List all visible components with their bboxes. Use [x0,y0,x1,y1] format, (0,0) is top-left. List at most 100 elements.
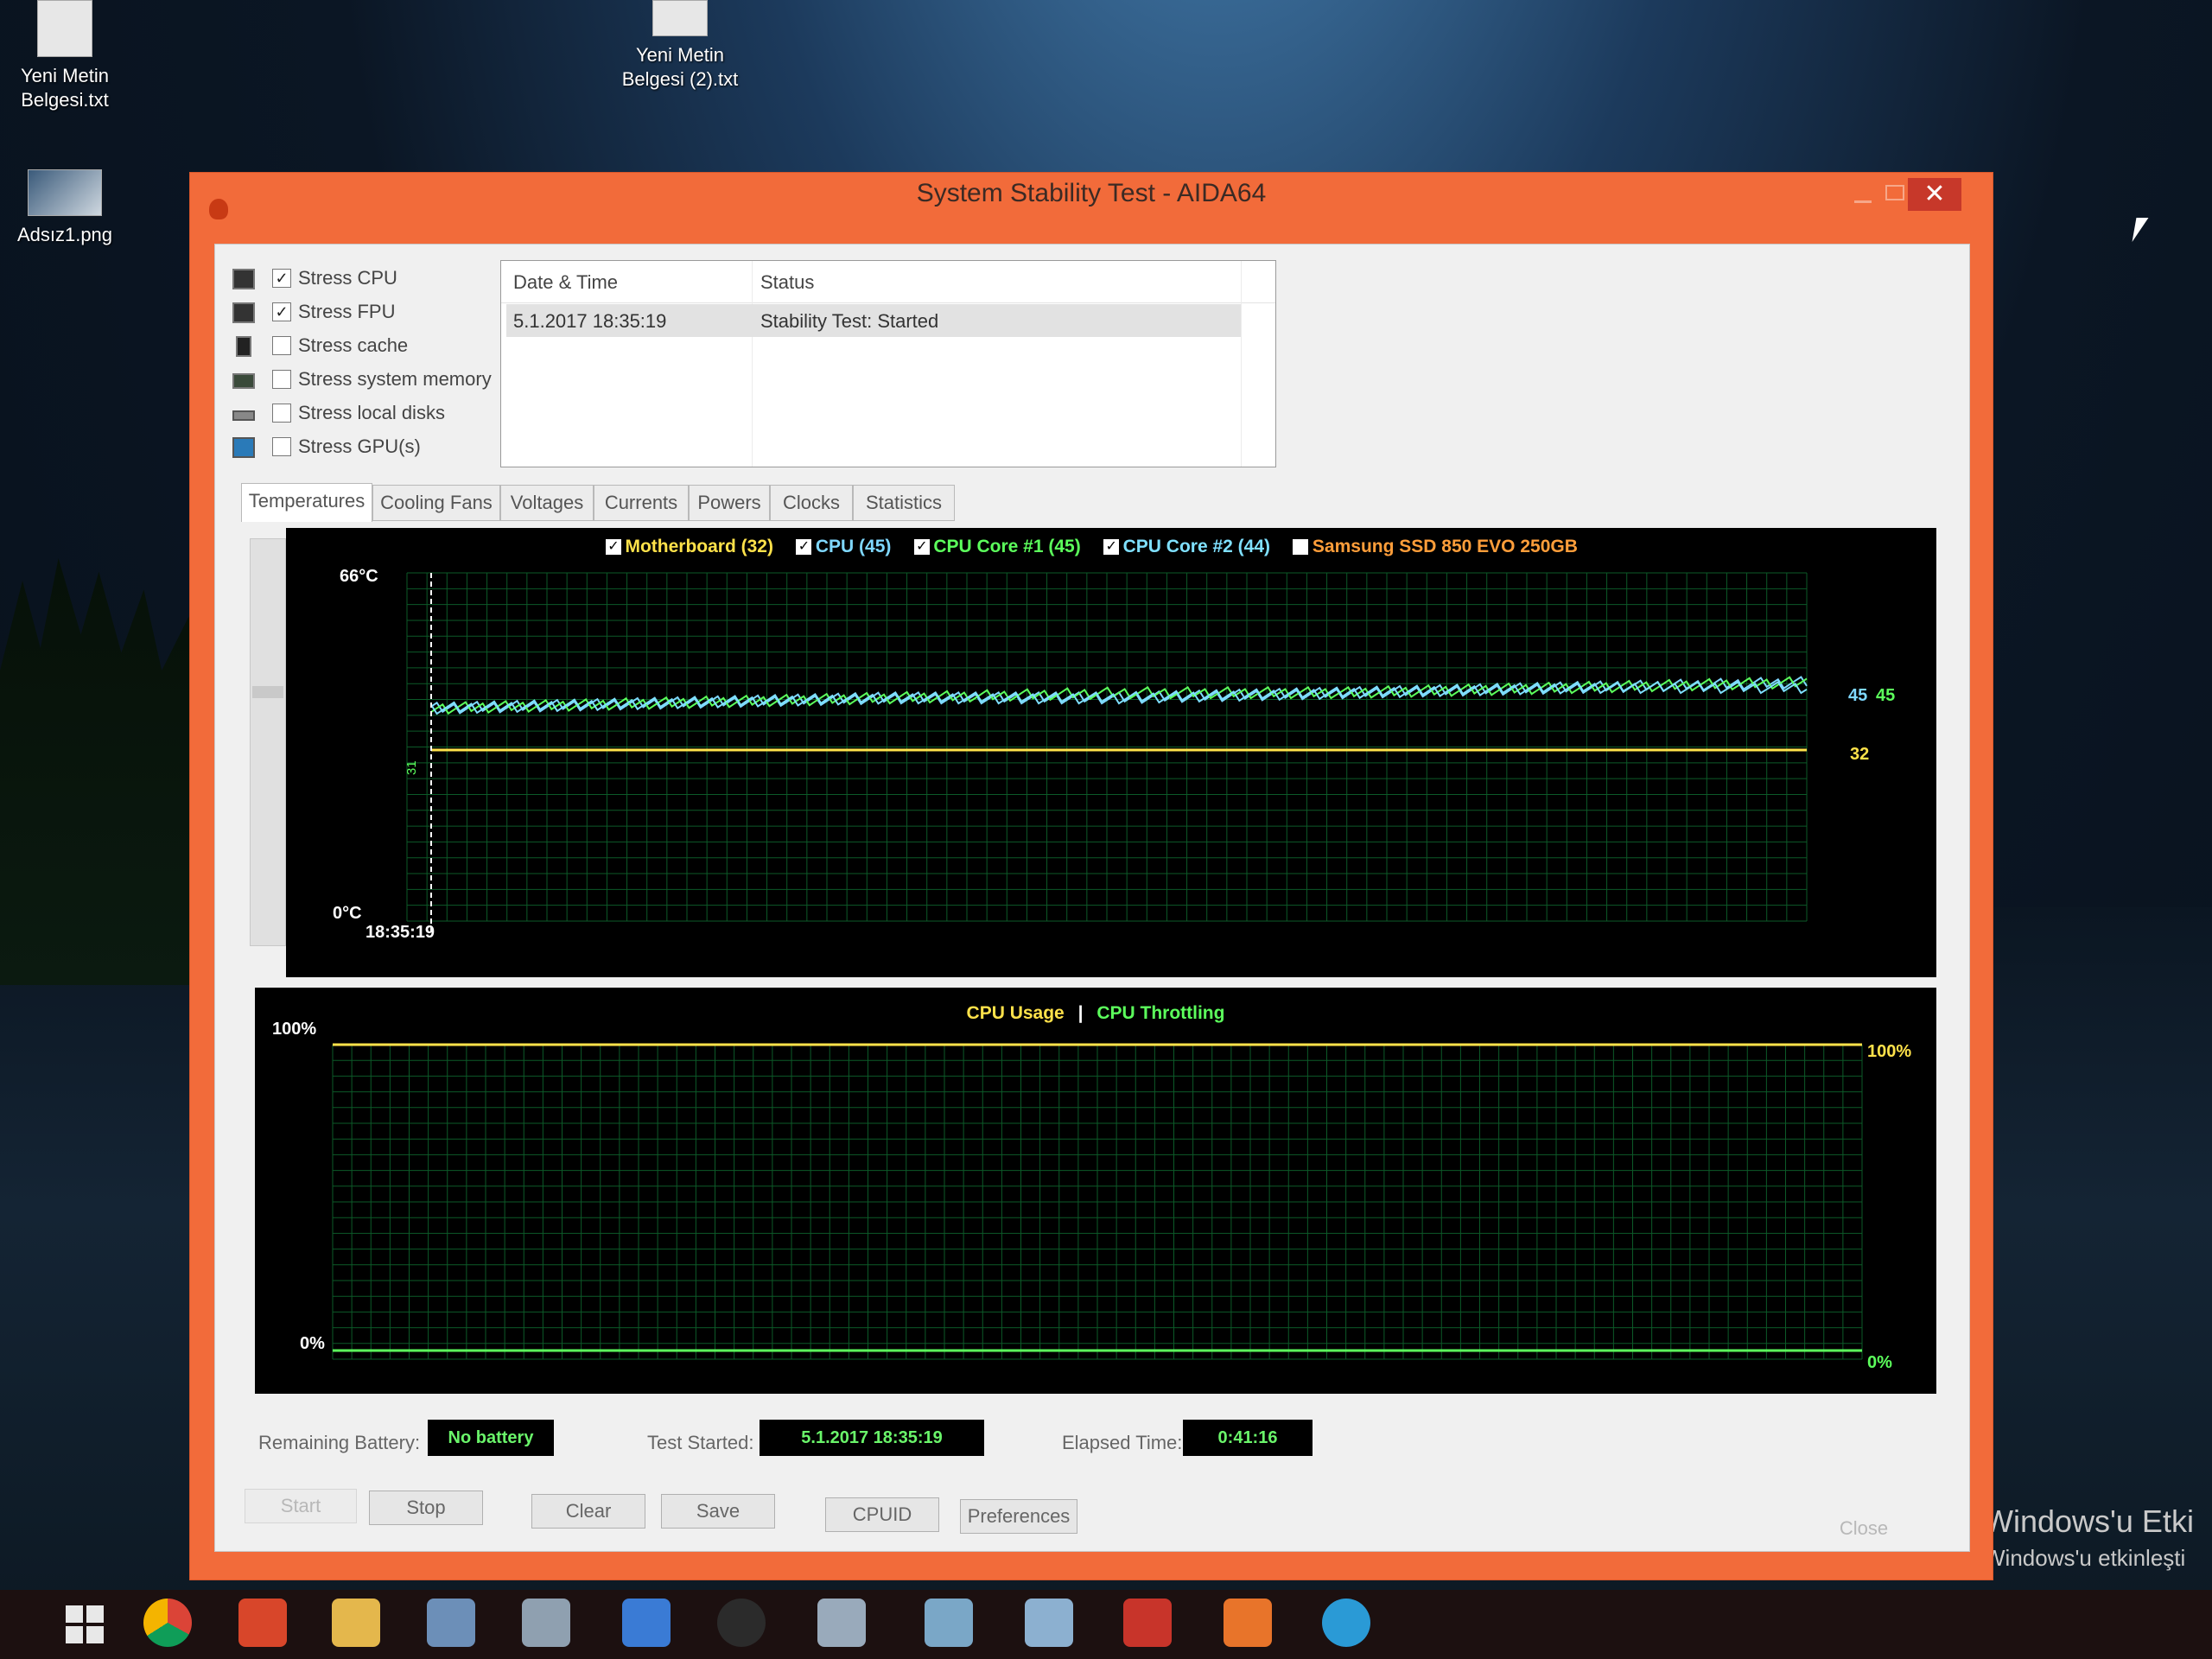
stress-memory-checkbox[interactable] [272,370,291,389]
tab-clocks[interactable]: Clocks [770,485,853,521]
legend-cpu[interactable]: ✓ CPU (45) [796,537,894,556]
desktop-icon-label: Belgesi (2).txt [621,68,739,90]
legend-label-cpu-core-2: CPU Core #2 (44) [1122,537,1270,556]
legend-ssd[interactable]: Samsung SSD 850 EVO 250GB [1293,537,1578,556]
app-icon[interactable] [1322,1599,1370,1647]
chrome-icon[interactable] [143,1599,192,1647]
cpu-chip-icon [232,269,255,289]
column-divider [1241,261,1242,467]
memory-module-icon [232,373,255,389]
stress-cpu-label: Stress CPU [298,267,397,289]
app-icon[interactable] [925,1599,973,1647]
start-button[interactable]: Start [245,1489,357,1523]
col-status-header[interactable]: Status [760,271,814,294]
desktop-icon-label: Adsız1.png [16,224,113,245]
tab-currents[interactable]: Currents [594,485,689,521]
usage-y-min-label: 0% [300,1334,325,1353]
elapsed-time-label: Elapsed Time: [1062,1432,1183,1453]
stress-cache-label: Stress cache [298,334,409,356]
close-window-button[interactable]: ✕ [1908,178,1961,211]
close-button[interactable]: Close [1807,1511,1921,1546]
legend-cpu-core-1[interactable]: ✓ CPU Core #1 (45) [913,537,1084,556]
minimize-icon[interactable] [1854,200,1872,203]
mouse-cursor-icon [2132,218,2149,242]
status-log-table: Date & Time Status 5.1.2017 18:35:19 Sta… [500,260,1276,467]
legend-motherboard[interactable]: ✓ Motherboard (32) [606,537,777,556]
aida64-taskbar-icon[interactable] [1123,1599,1172,1647]
computer-icon[interactable] [427,1599,475,1647]
ccleaner-icon[interactable] [238,1599,287,1647]
tab-statistics[interactable]: Statistics [853,485,955,521]
save-button[interactable]: Save [661,1494,775,1529]
temperature-legend: ✓ Motherboard (32) ✓ CPU (45) ✓ CPU Core… [606,537,1578,563]
taskbar [0,1590,2212,1659]
watermark-line-1: Windows'u Etki [1984,1503,2194,1539]
usage-title: CPU Usage [966,1003,1065,1023]
temperature-grid [406,572,1808,922]
stress-disks-label: Stress local disks [298,402,445,423]
stop-button[interactable]: Stop [369,1491,483,1525]
stress-disks-checkbox[interactable] [272,404,291,423]
start-time-label: 18:35:19 [365,923,435,942]
stress-cache-checkbox[interactable] [272,336,291,355]
y-max-label: 66°C [340,567,378,586]
legend-checkbox[interactable]: ✓ [796,539,812,555]
desktop-icon-label: Yeni Metin [636,44,724,66]
scrollbar-thumb[interactable] [252,686,283,698]
tab-temperatures[interactable]: Temperatures [241,483,372,522]
battery-value: No battery [428,1420,554,1456]
legend-checkbox[interactable]: ✓ [606,539,621,555]
preferences-button[interactable]: Preferences [960,1499,1077,1534]
windows-start-icon[interactable] [60,1599,109,1647]
fpu-chip-icon [232,302,255,323]
legend-checkbox[interactable]: ✓ [913,539,930,555]
status-bar: Remaining Battery: No battery Test Start… [258,1420,1900,1471]
cpu-end-label: 45 [1848,686,1867,705]
stress-fpu-checkbox[interactable]: ✓ [272,302,291,321]
text-file-icon [37,0,92,57]
desktop-icon-png[interactable]: Adsız1.png [0,169,130,247]
stress-gpu-checkbox[interactable] [272,437,291,456]
app-icon[interactable] [1224,1599,1272,1647]
image-file-icon [28,169,102,216]
legend-checkbox[interactable] [1293,539,1309,555]
maximize-icon[interactable] [1885,185,1904,200]
desktop-icon-text-file-2[interactable]: Yeni Metin Belgesi (2).txt [615,0,745,92]
tab-voltages[interactable]: Voltages [500,485,594,521]
temperature-graph: 66°C 0°C 18:35:19 31 45 45 32 ✓ Motherbo… [286,528,1936,977]
image-viewer-icon[interactable] [522,1599,570,1647]
graph-scrollbar[interactable] [250,538,286,946]
legend-label-cpu-core-1: CPU Core #1 (45) [933,537,1081,556]
elapsed-time-value: 0:41:16 [1183,1420,1313,1456]
clear-button[interactable]: Clear [531,1494,645,1529]
tab-powers[interactable]: Powers [689,485,770,521]
stress-cpu-checkbox[interactable]: ✓ [272,269,291,288]
steam-icon[interactable] [717,1599,766,1647]
legend-cpu-core-2[interactable]: ✓ CPU Core #2 (44) [1103,537,1274,556]
cache-icon [236,336,251,357]
cpuid-button[interactable]: CPUID [825,1497,939,1532]
motherboard-end-label: 32 [1850,745,1869,764]
stress-fpu-label: Stress FPU [298,301,396,322]
app-icon[interactable] [1025,1599,1073,1647]
desktop-icon-label: Yeni Metin [21,65,109,86]
cpu-usage-chart-svg: 100% 0% 100% 0% [272,1020,1911,1372]
aida64-window: System Stability Test - AIDA64 ✕ ✓ Stres… [190,173,1993,1580]
usage-grid [332,1044,1863,1360]
column-divider [752,261,753,467]
legend-label-cpu: CPU (45) [815,537,892,556]
internet-explorer-icon[interactable] [622,1599,671,1647]
temperature-chart-svg: 66°C 0°C 18:35:19 31 45 45 32 [333,567,1895,942]
legend-checkbox[interactable]: ✓ [1103,539,1120,555]
col-datetime-header[interactable]: Date & Time [513,271,618,294]
app-icon[interactable] [817,1599,866,1647]
legend-label-motherboard: Motherboard (32) [625,537,773,556]
table-row[interactable]: 5.1.2017 18:35:19 Stability Test: Starte… [506,304,1241,337]
legend-label-ssd: Samsung SSD 850 EVO 250GB [1312,537,1578,556]
usage-end-label: 100% [1867,1042,1911,1061]
window-title: System Stability Test - AIDA64 [916,179,1267,207]
file-explorer-icon[interactable] [332,1599,380,1647]
tab-cooling-fans[interactable]: Cooling Fans [372,485,500,521]
desktop-icon-text-file-1[interactable]: Yeni Metin Belgesi.txt [0,0,130,112]
text-file-icon [652,0,708,36]
